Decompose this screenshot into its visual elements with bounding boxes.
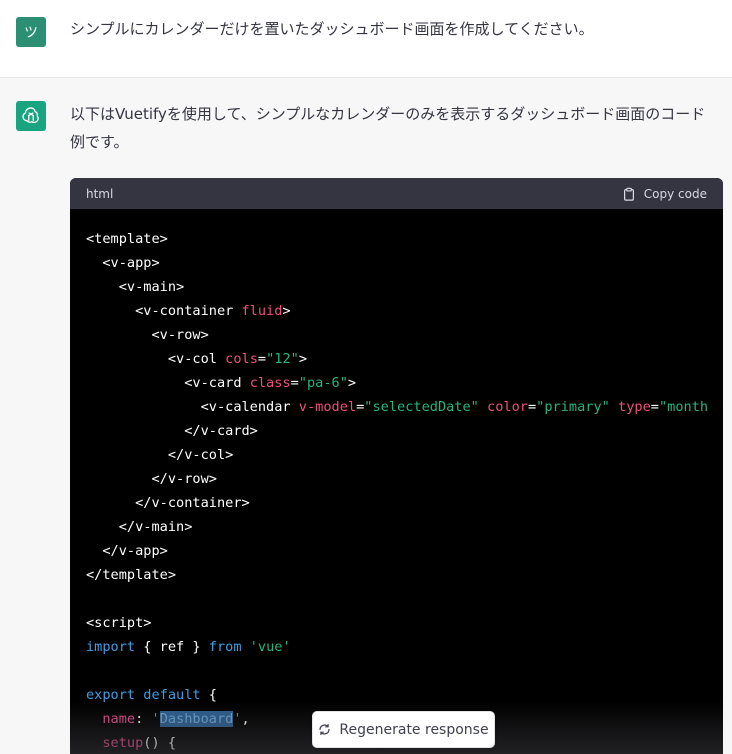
code-token: "primary" xyxy=(536,399,610,415)
code-token: </v-container> xyxy=(86,495,250,511)
code-language-label: html xyxy=(86,186,114,201)
code-token: </template> xyxy=(86,567,177,583)
code-token: = xyxy=(527,399,537,415)
code-line: <v-card class="pa-6"> xyxy=(86,371,707,395)
code-line: <script> xyxy=(86,611,707,635)
code-token: ' xyxy=(233,711,242,727)
user-avatar: ツ xyxy=(16,17,46,47)
code-line: </v-row> xyxy=(86,467,707,491)
code-token: () { xyxy=(143,735,177,751)
code-line: export default { xyxy=(86,683,707,707)
code-token: </v-col> xyxy=(86,447,234,463)
code-token: v-model xyxy=(298,399,357,415)
code-line: <v-col cols="12"> xyxy=(86,347,707,371)
code-token: import xyxy=(86,639,136,655)
code-token: default xyxy=(143,687,201,703)
code-line: <v-container fluid> xyxy=(86,299,707,323)
code-token: 'vue' xyxy=(249,639,291,655)
code-token: <v-app> xyxy=(86,255,160,271)
code-token: <v-container xyxy=(86,303,242,319)
code-line: <template> xyxy=(86,227,707,251)
code-line: </v-col> xyxy=(86,443,707,467)
code-token: "pa-6" xyxy=(298,375,348,391)
code-content: <template> <v-app> <v-main> <v-container… xyxy=(70,209,723,754)
code-token: "12" xyxy=(266,351,299,367)
code-token: = xyxy=(290,375,299,391)
code-token: , xyxy=(241,711,250,727)
code-line: import { ref } from 'vue' xyxy=(86,635,707,659)
code-line: <v-app> xyxy=(86,251,707,275)
code-token: > xyxy=(347,375,357,391)
refresh-icon xyxy=(319,723,330,736)
code-token: name xyxy=(102,711,136,727)
code-token: <v-col xyxy=(86,351,226,367)
code-token: { xyxy=(200,687,217,703)
code-token: : xyxy=(135,711,152,727)
code-token: = xyxy=(650,399,659,415)
clipboard-icon xyxy=(623,187,634,201)
code-line: </template> xyxy=(86,563,707,587)
code-token: from xyxy=(208,639,242,655)
code-token: <v-row> xyxy=(86,327,209,343)
code-token: fluid xyxy=(241,303,283,319)
code-token: setup xyxy=(102,735,144,751)
copy-code-label: Copy code xyxy=(643,186,707,201)
code-token: > xyxy=(298,351,308,367)
code-token: = xyxy=(257,351,267,367)
code-token: </v-card> xyxy=(86,423,258,439)
code-block: html Copy code <template> <v-app> <v-mai… xyxy=(70,178,723,754)
code-token: export xyxy=(86,687,136,703)
code-token: Dashboard xyxy=(159,711,234,727)
code-line: </v-app> xyxy=(86,539,707,563)
code-token: <v-main> xyxy=(86,279,185,295)
openai-logo-icon xyxy=(16,101,46,131)
user-avatar-glyph: ツ xyxy=(24,25,38,41)
code-token: <template> xyxy=(86,231,168,247)
copy-code-button[interactable]: Copy code xyxy=(622,187,707,201)
regenerate-response-button[interactable]: Regenerate response xyxy=(312,711,495,748)
code-token: </v-app> xyxy=(86,543,168,559)
code-token: </v-row> xyxy=(86,471,217,487)
code-token: "month xyxy=(658,399,709,415)
code-token: <v-calendar xyxy=(86,399,299,415)
assistant-message-text: 以下はVuetifyを使用して、シンプルなカレンダーのみを表示するダッシュボード… xyxy=(70,105,706,151)
code-line: <v-row> xyxy=(86,323,707,347)
code-token: color xyxy=(487,399,528,415)
code-block-header: html Copy code xyxy=(70,178,723,209)
code-line: </v-card> xyxy=(86,419,707,443)
code-token: <v-card xyxy=(86,375,250,391)
code-line: <v-main> xyxy=(86,275,707,299)
regenerate-response-label: Regenerate response xyxy=(339,721,489,738)
code-token: <script> xyxy=(86,615,152,631)
code-token: "selectedDate" xyxy=(364,399,479,415)
user-message-text: シンプルにカレンダーだけを置いたダッシュボード画面を作成してください。 xyxy=(70,20,594,38)
code-line: </v-main> xyxy=(86,515,707,539)
code-token: </v-main> xyxy=(86,519,193,535)
code-token: cols xyxy=(225,351,258,367)
code-token: ' xyxy=(151,711,160,727)
code-token: class xyxy=(249,375,291,391)
code-token: > xyxy=(282,303,291,319)
code-token: type xyxy=(618,399,651,415)
code-token: { ref } xyxy=(135,639,209,655)
code-line: <v-calendar v-model = "selectedDate" color… xyxy=(86,395,709,419)
code-line: </v-container> xyxy=(86,491,707,515)
